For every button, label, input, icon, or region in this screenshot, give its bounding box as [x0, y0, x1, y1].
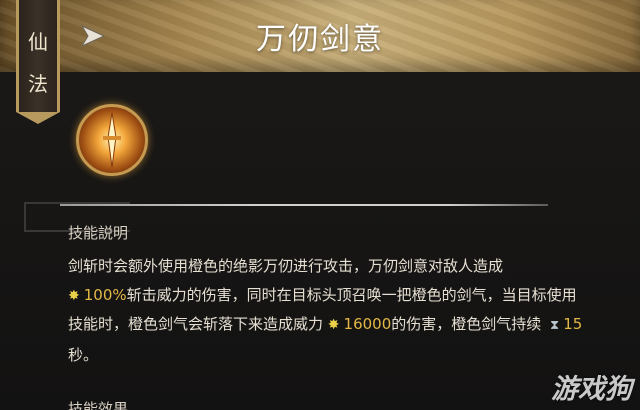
skill-panel: 万仞剑意 仙 法 技能説明 剑斩时会额外使用橙色的绝影万仞进行攻击，万仞剑意对敌… [0, 0, 640, 410]
skill-description: 剑斩时会额外使用橙色的绝影万仞进行攻击，万仞剑意对敌人造成 ✸ 100%斩击威力的… [68, 252, 588, 369]
desc-text: 剑斩时会额外使用橙色的绝影万仞进行攻击，万仞剑意对敌人造成 [68, 257, 504, 275]
duration-value: 15 [563, 315, 583, 333]
side-tab-xianfa[interactable]: 仙 法 [16, 0, 60, 124]
section-divider [60, 204, 548, 206]
side-tab-char: 仙 [28, 30, 48, 54]
sword-emblem-icon [76, 104, 148, 176]
damage-percent-value: 100% [83, 285, 127, 304]
sparkle-icon: ✸ [68, 287, 80, 304]
next-section-title: 技能效果 [68, 400, 129, 410]
hourglass-icon: ⧗ [550, 318, 560, 333]
desc-text: 的伤害，橙色剑气持续 [391, 315, 542, 333]
section-title: 技能説明 [68, 224, 129, 242]
arrow-pointer-icon[interactable] [80, 24, 106, 52]
desc-text: 秒。 [68, 345, 99, 364]
watermark: 游戏狗 [551, 374, 632, 405]
sparkle-icon: ✸ [327, 317, 340, 333]
side-tab-char: 法 [28, 72, 48, 96]
damage-power-value: 16000 [343, 315, 392, 333]
